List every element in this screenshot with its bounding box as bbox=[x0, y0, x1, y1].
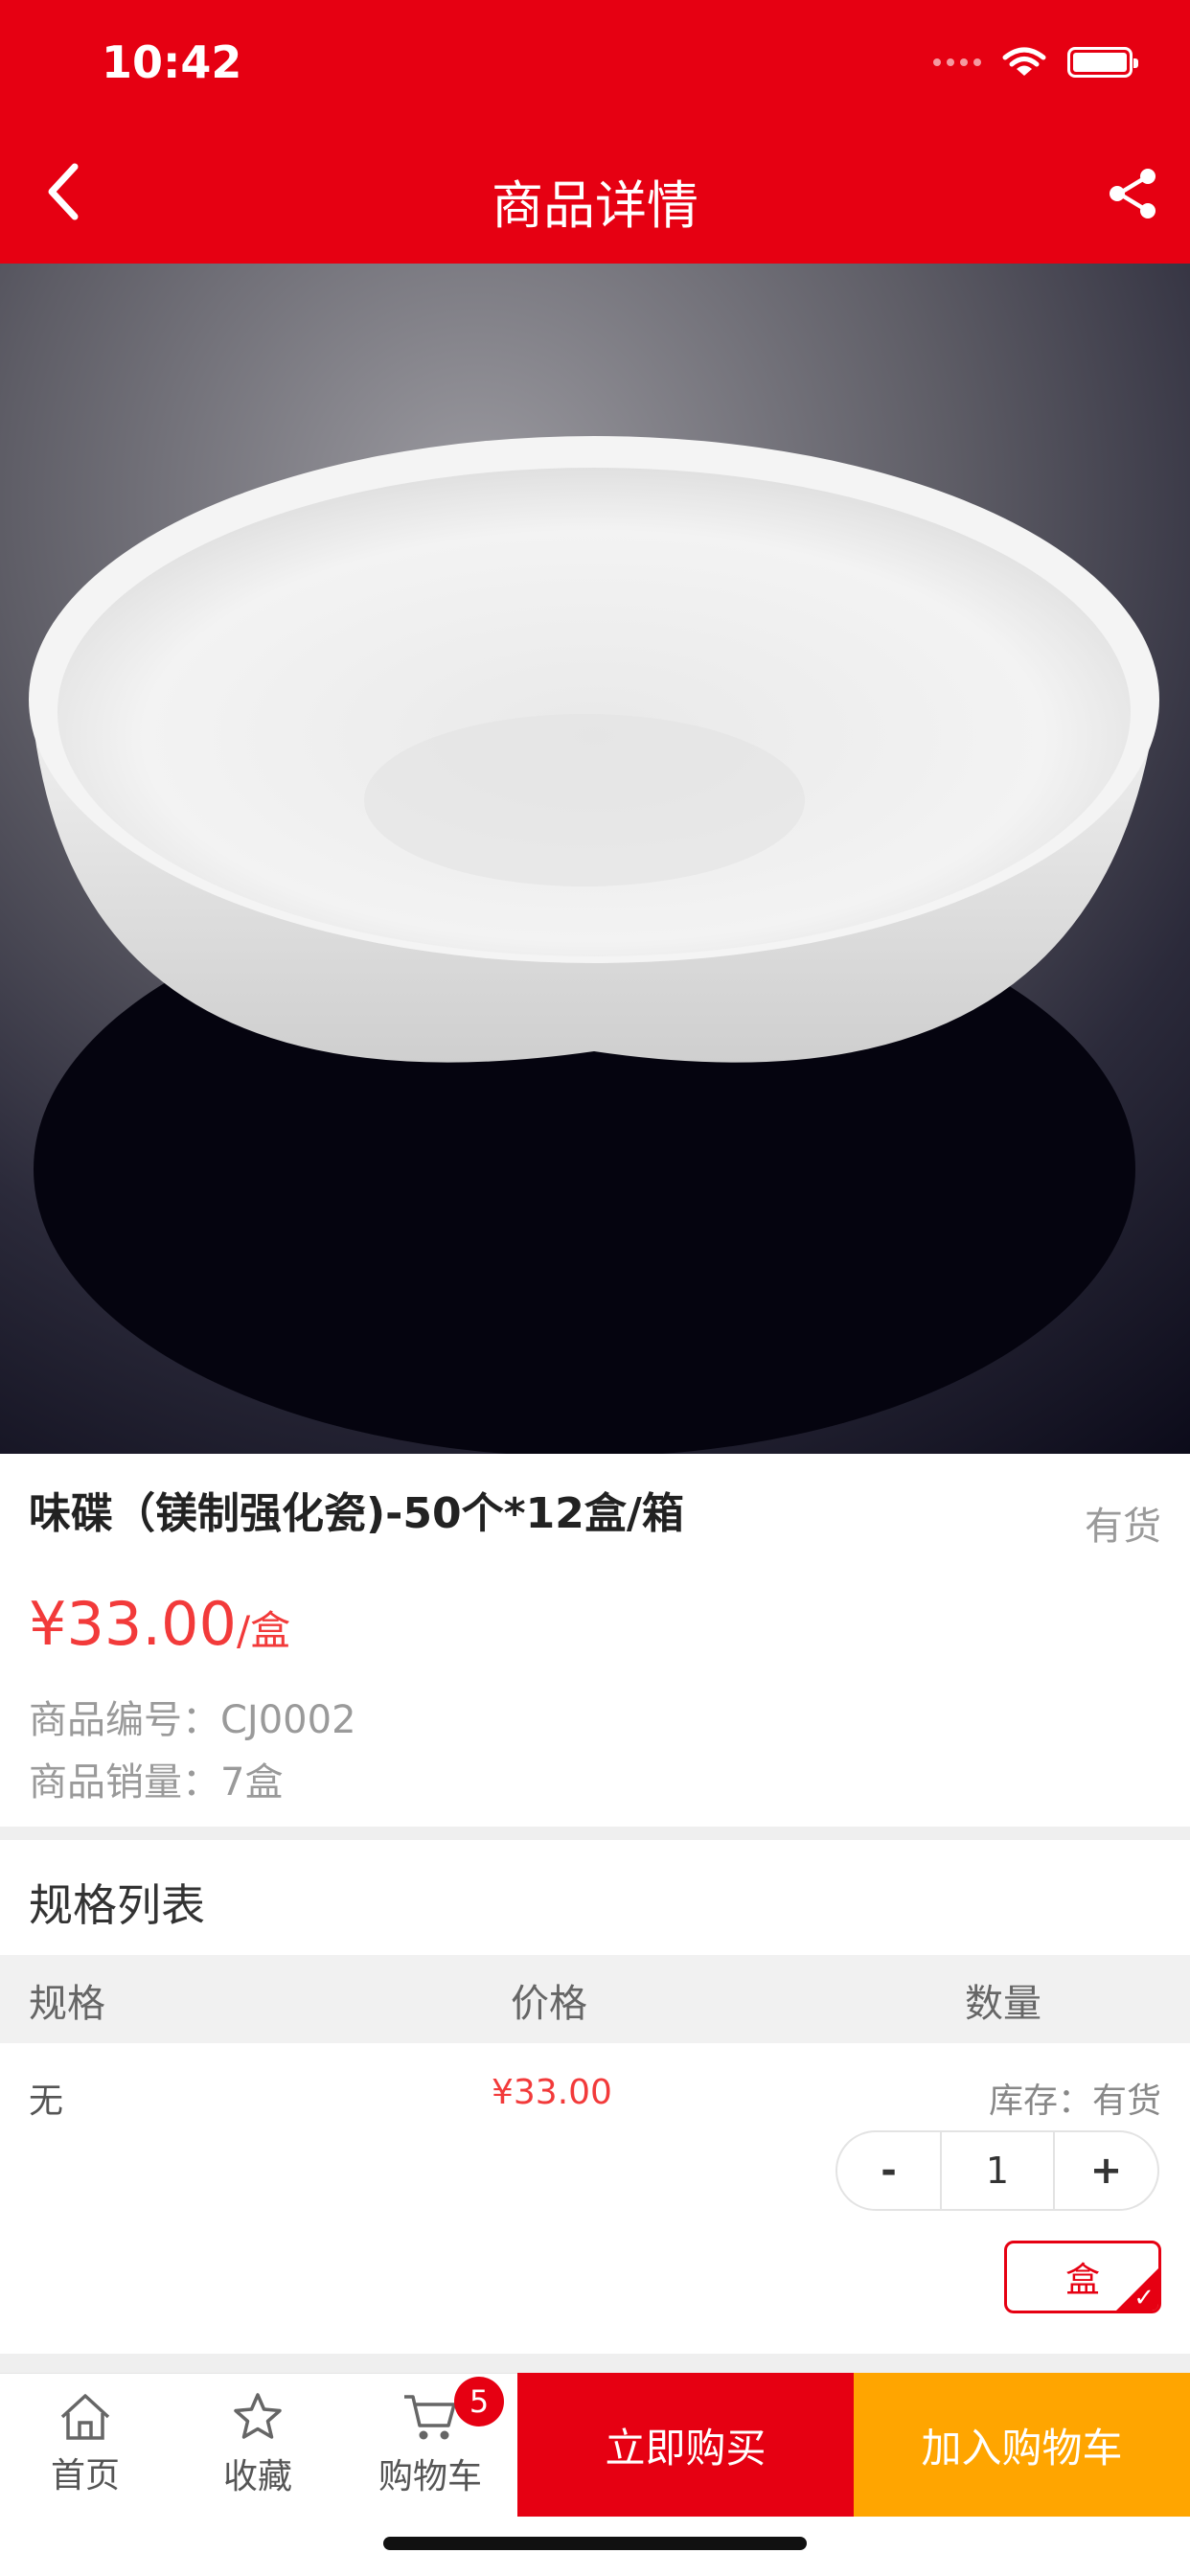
spec-value: 无 bbox=[29, 2082, 64, 2121]
price-amount: ¥33.00 bbox=[29, 1589, 237, 1659]
section-divider-bottom bbox=[0, 2354, 1190, 2373]
cart-count-badge: 5 bbox=[454, 2377, 504, 2426]
product-price: ¥33.00/盒 bbox=[29, 1589, 290, 1659]
product-sales-label: 商品销量： bbox=[29, 1760, 220, 1805]
product-image[interactable] bbox=[0, 264, 1190, 1454]
spec-stock: 库存：有货 bbox=[988, 2082, 1161, 2121]
signal-icon bbox=[933, 58, 981, 66]
quantity-stepper: - 1 + bbox=[835, 2130, 1159, 2211]
star-icon bbox=[234, 2393, 282, 2439]
page-title: 商品详情 bbox=[492, 175, 698, 236]
nav-favorite-label: 收藏 bbox=[222, 2457, 292, 2496]
share-icon bbox=[1110, 169, 1156, 218]
product-sales-value: 7盒 bbox=[220, 1760, 284, 1805]
stock-status: 有货 bbox=[1085, 1505, 1161, 1549]
section-divider bbox=[0, 1827, 1190, 1840]
wifi-icon bbox=[1002, 47, 1046, 76]
product-code: 商品编号：CJ0002 bbox=[29, 1689, 356, 1744]
battery-icon bbox=[1067, 47, 1138, 78]
product-code-label: 商品编号： bbox=[29, 1698, 220, 1742]
nav-favorite[interactable]: 收藏 bbox=[172, 2373, 343, 2517]
spec-section-title: 规格列表 bbox=[29, 1879, 205, 1931]
buy-now-button[interactable]: 立即购买 bbox=[517, 2373, 854, 2517]
add-to-cart-button[interactable]: 加入购物车 bbox=[854, 2373, 1190, 2517]
product-sales: 商品销量：7盒 bbox=[29, 1751, 283, 1806]
cart-icon bbox=[404, 2395, 456, 2440]
nav-cart-label: 购物车 bbox=[378, 2457, 482, 2496]
decrease-quantity-button[interactable]: - bbox=[837, 2132, 940, 2209]
bowl-illustration bbox=[29, 436, 1159, 1454]
unit-option-label: 盒 bbox=[1064, 2261, 1100, 2300]
product-code-value: CJ0002 bbox=[220, 1698, 356, 1742]
nav-home-label: 首页 bbox=[50, 2456, 120, 2496]
checkmark-icon: ✓ bbox=[1133, 2284, 1155, 2312]
status-icons bbox=[933, 46, 1138, 79]
product-title: 味碟（镁制强化瓷)-50个*12盒/箱 bbox=[29, 1489, 684, 1538]
unit-option-selected[interactable]: 盒 ✓ bbox=[1004, 2241, 1161, 2313]
nav-home[interactable]: 首页 bbox=[0, 2373, 171, 2517]
price-unit: /盒 bbox=[236, 1607, 291, 1654]
share-button[interactable] bbox=[1104, 165, 1161, 222]
status-time: 10:42 bbox=[102, 36, 242, 88]
column-header-price: 价格 bbox=[511, 1982, 587, 2026]
home-indicator[interactable] bbox=[383, 2537, 807, 2550]
spec-price: ¥33.00 bbox=[492, 2073, 612, 2112]
column-header-quantity: 数量 bbox=[965, 1982, 1041, 2026]
home-icon bbox=[60, 2394, 110, 2440]
quantity-input[interactable]: 1 bbox=[940, 2132, 1055, 2209]
column-header-spec: 规格 bbox=[29, 1982, 105, 2026]
increase-quantity-button[interactable]: + bbox=[1055, 2132, 1157, 2209]
